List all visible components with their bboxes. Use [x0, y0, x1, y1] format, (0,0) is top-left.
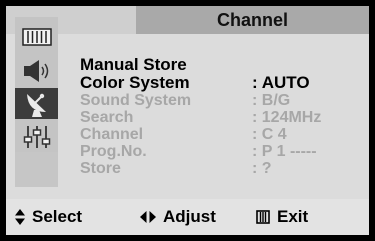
- sidebar: [15, 17, 58, 187]
- sidebar-item-channel[interactable]: [15, 88, 58, 119]
- menu-item-color-system[interactable]: Color System : AUTO: [80, 73, 360, 92]
- sidebar-item-picture[interactable]: [15, 21, 58, 52]
- help-adjust-label: Adjust: [163, 207, 216, 226]
- menu-item-label: Prog.No.: [80, 143, 147, 160]
- menu-item-label: Search: [80, 109, 134, 126]
- sidebar-item-sound[interactable]: [15, 55, 58, 86]
- page-title: Channel: [136, 6, 369, 34]
- osd-screen: Channel Manual Store Color System: AUTO…: [6, 6, 369, 235]
- help-adjust: Adjust: [140, 199, 216, 235]
- menu-grid-icon: [256, 210, 270, 224]
- settings-sliders-icon: [22, 124, 52, 150]
- help-exit: Exit: [256, 199, 308, 235]
- help-bar: Select Adjust Exit: [6, 199, 369, 235]
- menu-item-value: : C 4: [252, 126, 287, 143]
- sidebar-item-setup[interactable]: [15, 121, 58, 152]
- menu-item-value: : ?: [252, 160, 272, 177]
- up-down-arrows-icon: [15, 209, 25, 225]
- menu-item-value: : P 1 -----: [252, 143, 317, 160]
- picture-icon: [21, 27, 52, 46]
- left-right-arrows-icon: [140, 211, 156, 223]
- satellite-dish-icon: [22, 90, 52, 118]
- sidebar-filler: [15, 152, 58, 187]
- menu-item-label: Color System: [80, 73, 190, 92]
- speaker-icon: [21, 58, 53, 84]
- menu-item-store: Store : ?: [80, 160, 360, 179]
- menu-item-label: Channel: [80, 126, 144, 143]
- menu-item-value: : AUTO: [252, 73, 310, 92]
- menu-item-value: : B/G: [252, 92, 291, 109]
- menu-item-label: Store: [80, 160, 121, 177]
- menu-item-label: Sound System: [80, 92, 192, 109]
- help-select: Select: [15, 199, 82, 235]
- menu-heading: Manual Store: [80, 55, 187, 74]
- help-exit-label: Exit: [277, 207, 309, 226]
- help-select-label: Select: [32, 207, 83, 226]
- menu-item-value: : 124MHz: [252, 109, 322, 126]
